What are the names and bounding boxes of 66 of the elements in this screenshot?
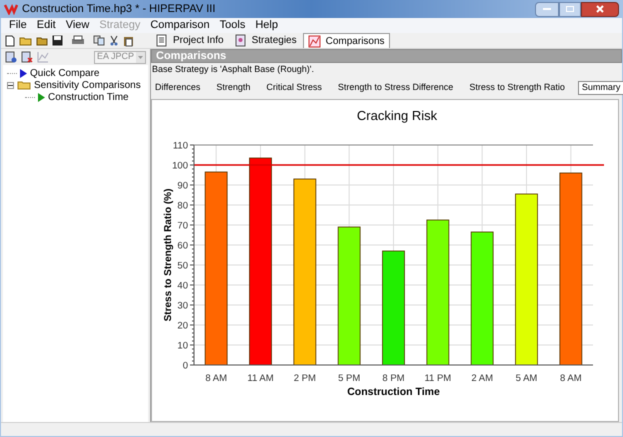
tree-item[interactable]: Sensitivity Comparisons	[34, 78, 141, 92]
expander-icon[interactable]	[7, 82, 14, 88]
add-strategy-icon[interactable]	[5, 51, 17, 63]
close-icon	[596, 5, 604, 13]
new-file-icon[interactable]	[5, 34, 15, 46]
y-axis-title: Stress to Strength Ratio (%)	[163, 188, 174, 322]
x-tick-label: 2 PM	[294, 373, 316, 384]
tab[interactable]: Stress to Strength Ratio	[466, 81, 568, 95]
base-strategy-label: Base Strategy is 'Asphalt Base (Rough)'.	[151, 63, 316, 76]
view-tab[interactable]: Strategies	[230, 33, 301, 48]
cut-icon[interactable]	[109, 35, 119, 46]
y-tick-label: 100	[172, 160, 188, 172]
close-button[interactable]	[581, 2, 619, 16]
save-icon[interactable]	[52, 35, 63, 46]
menu-item[interactable]: Tools	[220, 17, 246, 34]
page-icon	[234, 34, 247, 47]
chart-title: Cracking Risk	[356, 108, 438, 123]
view-tab[interactable]: Comparisons	[302, 33, 390, 48]
panel-header: Comparisons	[151, 49, 622, 63]
x-tick-label: 5 PM	[338, 373, 360, 384]
x-tick-label: 11 PM	[424, 373, 452, 384]
menu-item[interactable]: File	[9, 17, 27, 34]
y-tick-label: 50	[177, 260, 188, 272]
tab[interactable]: Differences	[152, 81, 204, 95]
printer-icon[interactable]	[71, 35, 85, 46]
x-tick-label: 8 AM	[205, 373, 227, 384]
play-icon	[38, 92, 45, 102]
y-tick-label: 30	[177, 300, 188, 312]
folder-icon	[17, 80, 31, 90]
y-tick-label: 70	[177, 220, 188, 232]
view-tab[interactable]: Project Info	[151, 33, 228, 48]
window-title: Construction Time.hp3 * - HIPERPAV III	[22, 2, 216, 17]
remove-strategy-icon[interactable]	[21, 51, 33, 63]
chart-icon	[308, 34, 321, 48]
folder-icon[interactable]	[36, 35, 48, 46]
minimize-button[interactable]	[535, 2, 559, 16]
tree-item[interactable]: Construction Time	[48, 90, 129, 104]
menu-item[interactable]: Edit	[36, 17, 56, 34]
open-folder-icon[interactable]	[19, 35, 32, 46]
y-tick-label: 110	[172, 140, 188, 152]
y-tick-label: 10	[177, 340, 188, 352]
app-logo-icon	[4, 3, 18, 15]
play-icon	[20, 68, 27, 78]
y-tick-label: 0	[182, 360, 188, 372]
x-axis-title: Construction Time	[347, 386, 440, 398]
y-tick-label: 60	[177, 240, 188, 252]
tree-item[interactable]: Quick Compare	[30, 66, 100, 80]
x-tick-label: 8 AM	[560, 373, 582, 384]
tab[interactable]: Strength	[213, 81, 254, 95]
menu-item[interactable]: View	[66, 17, 90, 34]
x-tick-label: 2 AM	[471, 373, 493, 384]
y-tick-label: 40	[177, 280, 188, 292]
y-tick-label: 20	[177, 320, 188, 332]
x-tick-label: 5 AM	[516, 373, 538, 384]
y-tick-label: 80	[177, 200, 188, 212]
paste-icon[interactable]	[123, 34, 134, 46]
y-tick-label: 90	[177, 180, 188, 192]
copy-icon[interactable]	[93, 35, 105, 46]
menu-item[interactable]: Help	[255, 17, 278, 34]
tab[interactable]: Critical Stress	[263, 81, 325, 95]
maximize-button[interactable]	[559, 2, 581, 16]
x-tick-label: 8 PM	[382, 373, 405, 384]
tab[interactable]: Strength to Stress Difference	[334, 81, 456, 95]
x-tick-label: 11 AM	[247, 373, 274, 384]
tab[interactable]: Summary	[578, 81, 623, 95]
menu-item[interactable]: Comparison	[150, 17, 210, 34]
